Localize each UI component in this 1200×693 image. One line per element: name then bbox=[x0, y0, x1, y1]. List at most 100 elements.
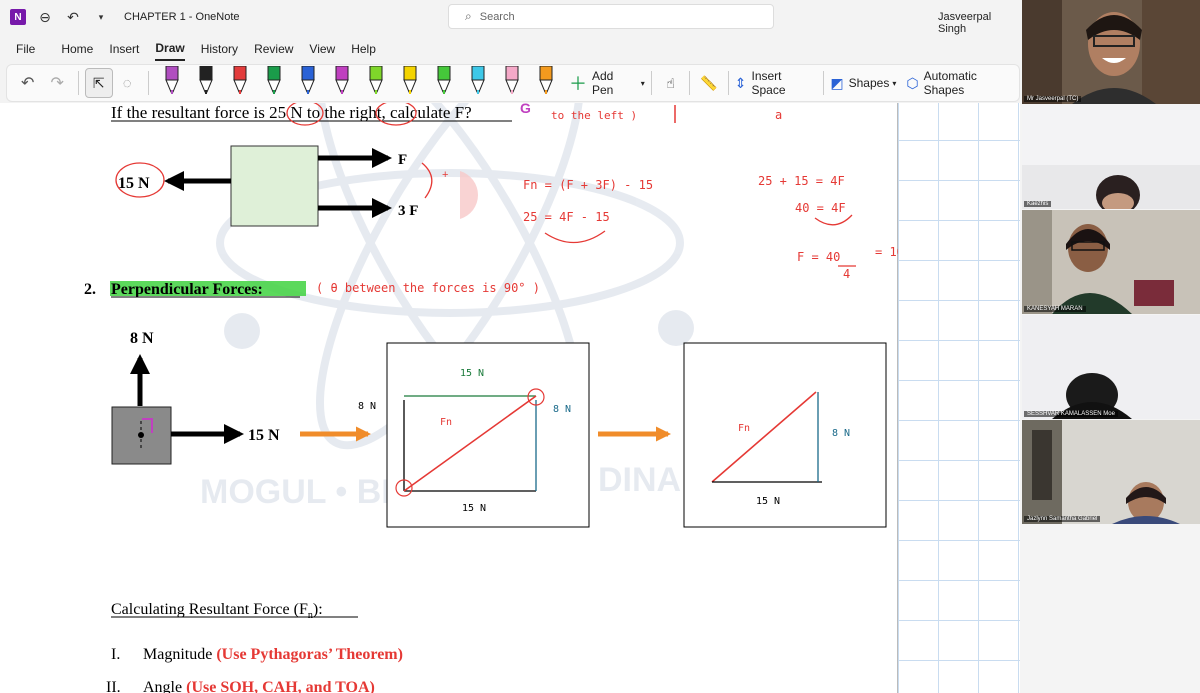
participant-video bbox=[1022, 105, 1200, 209]
calc-title: Calculating Resultant Force (Fn): bbox=[111, 601, 323, 621]
pen-icon bbox=[301, 66, 315, 94]
video-panel: Mr Jasveerpal (TC) Kaezhis KANESYAH MARA… bbox=[1020, 0, 1200, 693]
equation-line-3: 25 + 15 = 4F bbox=[758, 174, 845, 188]
participant-video bbox=[1022, 315, 1200, 419]
ribbon-separator bbox=[147, 71, 149, 95]
label-3f: 3 F bbox=[398, 203, 418, 219]
automatic-shapes-button[interactable]: ⬡ Automatic Shapes bbox=[906, 68, 1019, 98]
vector-box-1 bbox=[386, 342, 590, 528]
handwritten-note: to the left ) bbox=[551, 109, 637, 122]
participant-name: KANESYAH MARAN bbox=[1024, 306, 1086, 312]
ribbon-separator bbox=[77, 71, 79, 95]
menu-file[interactable]: File bbox=[16, 38, 35, 60]
menu-help[interactable]: Help bbox=[351, 38, 376, 60]
note-drawing: MOGUL • BE DINA If the resultant force i… bbox=[84, 103, 898, 693]
draw-ribbon: ↶ ↷ ⇱ ◌ ＋ Add Pen ▾ ☝ 📏 ⇕ Insert Space ◩… bbox=[6, 64, 1020, 102]
pen-swatch-6[interactable] bbox=[325, 66, 359, 100]
watermark-text: MOGUL • BE bbox=[200, 473, 404, 511]
menu-history[interactable]: History bbox=[201, 38, 238, 60]
item2-text: Angle (Use SOH, CAH, and TOA) bbox=[143, 679, 375, 693]
plus-icon: ＋ bbox=[568, 74, 587, 94]
chevron-down-icon: ▾ bbox=[892, 78, 897, 88]
participant-name: SESSHVAR KAMALASSEN Moe bbox=[1024, 411, 1118, 417]
item2-number: II. bbox=[106, 679, 121, 693]
participant-name: Kaezhis bbox=[1024, 201, 1052, 207]
insert-space-button[interactable]: ⇕ Insert Space bbox=[735, 68, 818, 98]
menu-draw[interactable]: Draw bbox=[155, 37, 185, 61]
participant-tile[interactable]: Mr Jasveerpal (TC) bbox=[1022, 0, 1200, 104]
box1-left-label: 8 N bbox=[358, 401, 376, 412]
undo-icon[interactable]: ↶ bbox=[64, 8, 82, 26]
pen-swatch-8[interactable] bbox=[393, 66, 427, 100]
pen-swatch-10[interactable] bbox=[461, 66, 495, 100]
shapes-icon: ◩ bbox=[830, 74, 844, 91]
pen-swatch-2[interactable] bbox=[189, 66, 223, 100]
undo-button[interactable]: ↶ bbox=[13, 68, 42, 98]
ribbon-separator bbox=[727, 71, 729, 95]
equation-line-5b: 4 bbox=[843, 267, 850, 281]
pen-swatch-3[interactable] bbox=[223, 66, 257, 100]
onenote-window: N ⊖ ↶ ▾ CHAPTER 1 - OneNote ⌕ Search Jas… bbox=[0, 0, 1200, 693]
chevron-down-icon: ▾ bbox=[640, 78, 645, 88]
pen-swatch-1[interactable] bbox=[155, 66, 189, 100]
pen-swatch-7[interactable] bbox=[359, 66, 393, 100]
pen-swatch-11[interactable] bbox=[495, 66, 529, 100]
box2-right-label: 8 N bbox=[832, 428, 850, 439]
ribbon-separator bbox=[650, 71, 652, 95]
pen-swatch-4[interactable] bbox=[257, 66, 291, 100]
menu-review[interactable]: Review bbox=[254, 38, 293, 60]
equation-line-2: 25 = 4F - 15 bbox=[523, 210, 610, 224]
menu-insert[interactable]: Insert bbox=[109, 38, 139, 60]
page-grid bbox=[898, 103, 1020, 693]
pen-icon bbox=[335, 66, 349, 94]
participant-tile[interactable]: Jazlynn Samantha Gabriel bbox=[1022, 420, 1200, 524]
participant-tile[interactable]: Kaezhis bbox=[1022, 105, 1200, 209]
pen-icon bbox=[539, 66, 553, 94]
pen-swatch-5[interactable] bbox=[291, 66, 325, 100]
note-canvas[interactable]: MOGUL • BE DINA If the resultant force i… bbox=[0, 103, 1020, 693]
menu-view[interactable]: View bbox=[309, 38, 335, 60]
automatic-shapes-icon: ⬡ bbox=[906, 74, 919, 91]
pen-swatch-12[interactable] bbox=[529, 66, 563, 100]
touch-draw-button[interactable]: ☝ bbox=[658, 68, 684, 98]
block-1 bbox=[230, 145, 319, 227]
select-tool-button[interactable]: ⇱ bbox=[84, 68, 113, 98]
pen-icon bbox=[233, 66, 247, 94]
quick-access-dropdown-icon[interactable]: ▾ bbox=[92, 8, 110, 26]
pen-icon bbox=[505, 66, 519, 94]
equation-line-5a: F = 40 bbox=[797, 250, 840, 264]
label-15n: 15 N bbox=[118, 175, 150, 192]
pen-icon bbox=[471, 66, 485, 94]
cursor-glyph: G bbox=[520, 103, 531, 116]
search-box[interactable]: ⌕ Search bbox=[448, 4, 774, 29]
participant-tile[interactable]: SESSHVAR KAMALASSEN Moe bbox=[1022, 315, 1200, 419]
ruler-button[interactable]: 📏 bbox=[696, 68, 722, 98]
equation-line-4: 40 = 4F bbox=[795, 201, 846, 215]
add-pen-button[interactable]: ＋ Add Pen ▾ bbox=[569, 68, 645, 98]
participant-video bbox=[1022, 420, 1200, 524]
item1-text: Magnitude (Use Pythagoras’ Theorem) bbox=[143, 646, 403, 663]
heading-perpendicular-forces: Perpendicular Forces: bbox=[111, 281, 263, 298]
box2-fn-label: Fn bbox=[738, 423, 750, 434]
redo-button[interactable]: ↷ bbox=[42, 68, 71, 98]
ribbon-separator bbox=[823, 71, 825, 95]
lasso-tool-button[interactable]: ◌ bbox=[113, 68, 142, 98]
pen-icon bbox=[437, 66, 451, 94]
pen-icon bbox=[403, 66, 417, 94]
pen-icon bbox=[199, 66, 213, 94]
user-name[interactable]: Jasveerpal Singh bbox=[938, 11, 1020, 35]
participant-tile[interactable]: KANESYAH MARAN bbox=[1022, 210, 1200, 314]
box1-bottom-label: 15 N bbox=[462, 503, 486, 514]
insert-space-icon: ⇕ bbox=[734, 74, 747, 91]
menu-home[interactable]: Home bbox=[61, 38, 93, 60]
back-icon[interactable]: ⊖ bbox=[36, 8, 54, 26]
shapes-button[interactable]: ◩ Shapes ▾ bbox=[830, 68, 896, 98]
box1-fn-label: Fn bbox=[440, 417, 452, 428]
box2-bottom-label: 15 N bbox=[756, 496, 780, 507]
participant-name: Jazlynn Samantha Gabriel bbox=[1024, 516, 1101, 522]
heading-annotation: ( θ between the forces is 90° ) bbox=[316, 281, 540, 295]
onenote-logo-icon: N bbox=[10, 9, 26, 25]
ribbon-separator bbox=[689, 71, 691, 95]
search-icon: ⌕ bbox=[465, 9, 472, 23]
pen-swatch-9[interactable] bbox=[427, 66, 461, 100]
